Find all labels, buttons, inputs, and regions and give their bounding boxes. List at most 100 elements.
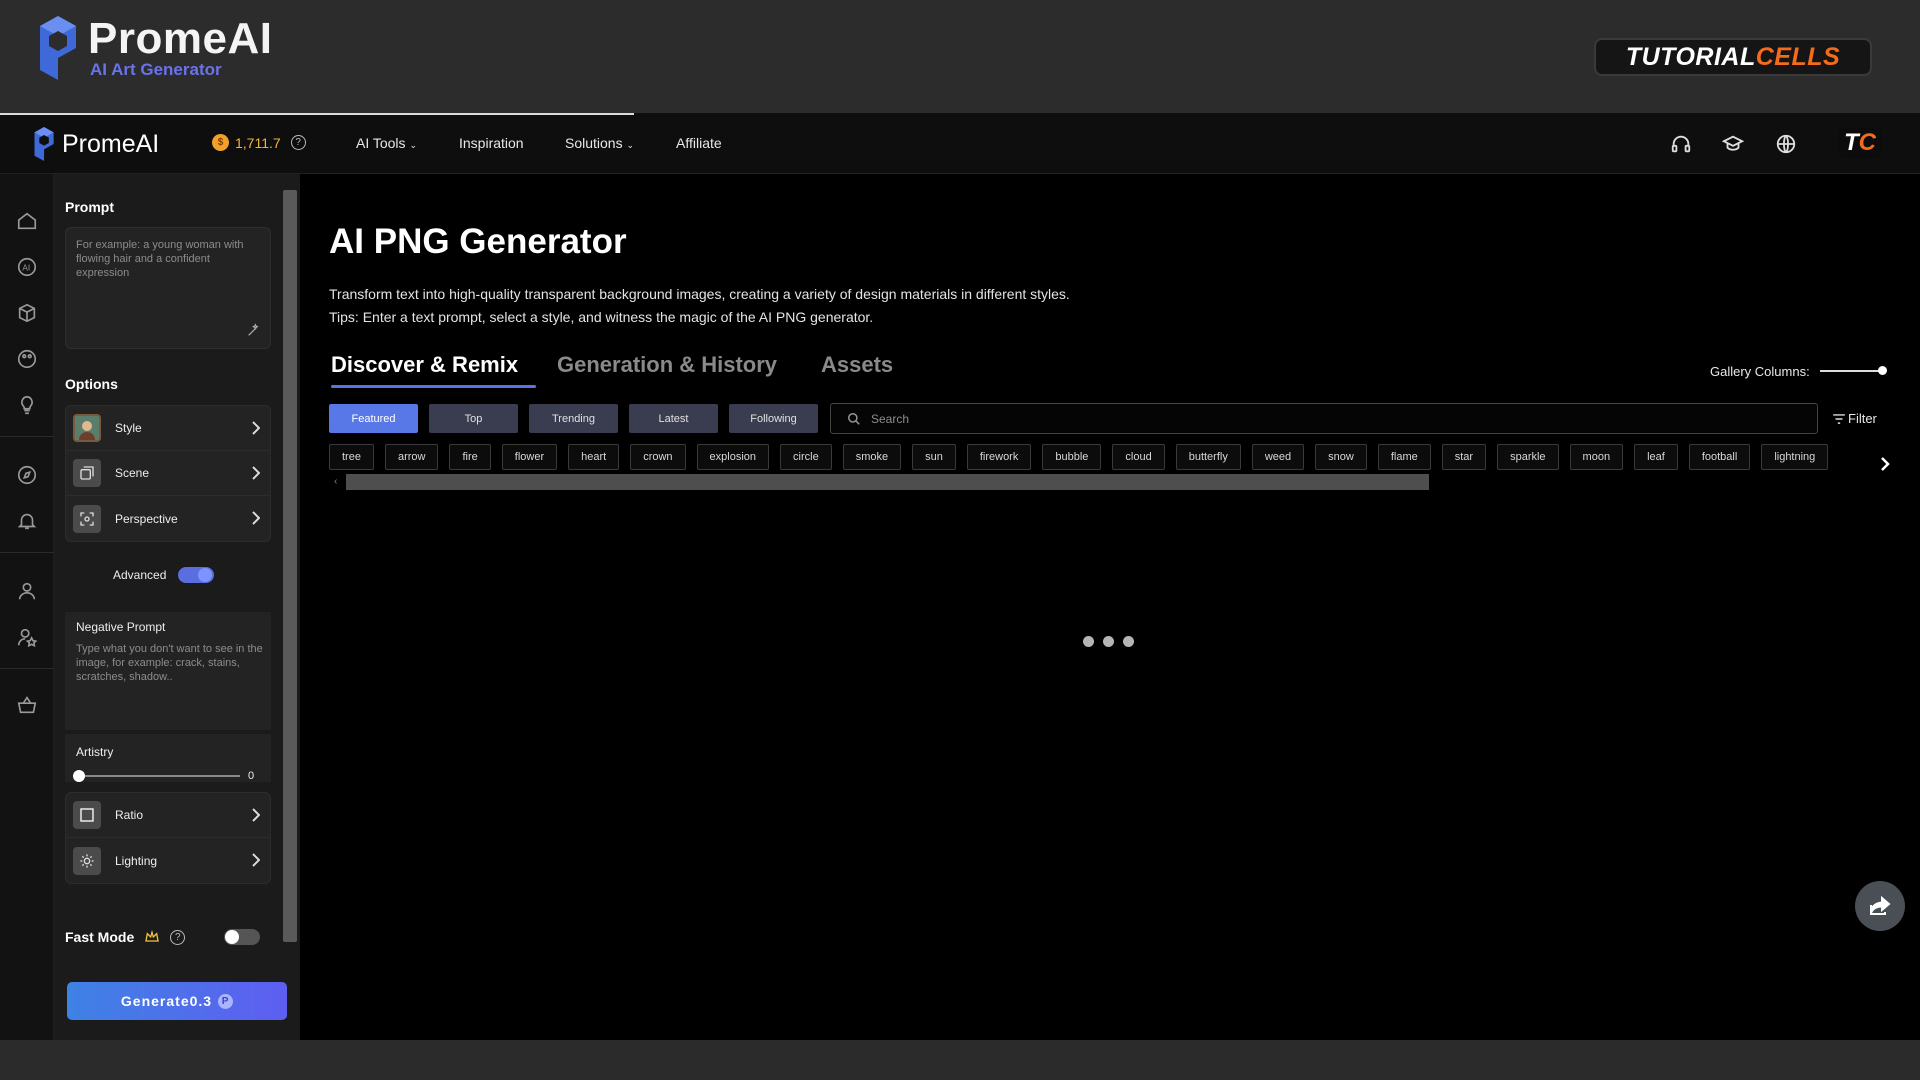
rail-divider (0, 436, 54, 437)
chip-featured[interactable]: Featured (329, 404, 418, 433)
home-icon[interactable] (16, 210, 38, 232)
tag-chip[interactable]: sun (912, 444, 956, 470)
tag-chip[interactable]: bubble (1042, 444, 1102, 470)
credit-badge-icon: P (218, 993, 234, 1009)
page-description: Transform text into high-quality transpa… (329, 283, 1070, 329)
tag-chip[interactable]: moon (1569, 444, 1624, 470)
tag-chip[interactable]: circle (780, 444, 832, 470)
basket-icon[interactable] (16, 694, 38, 716)
gallery-columns-slider[interactable] (1820, 370, 1882, 372)
chip-latest[interactable]: Latest (629, 404, 718, 433)
nav-logo[interactable]: PromeAI (30, 127, 159, 161)
credits-balance[interactable]: $ 1,711.7 ? (212, 134, 306, 151)
tag-chip[interactable]: cloud (1112, 444, 1165, 470)
loading-dot (1103, 636, 1114, 647)
cube-icon[interactable] (16, 302, 38, 324)
bell-icon[interactable] (16, 510, 38, 532)
filter-button[interactable]: Filter (1832, 411, 1877, 426)
gallery-columns-knob[interactable] (1878, 366, 1887, 375)
ai-icon[interactable]: AI (16, 256, 38, 278)
nav-ai-tools[interactable]: AI Tools ⌄ (356, 135, 417, 151)
tag-chip[interactable]: arrow (384, 444, 439, 470)
artistry-slider-thumb[interactable] (73, 770, 85, 782)
artistry-value: 0 (248, 770, 255, 782)
option-scene[interactable]: Scene (66, 451, 270, 496)
option-perspective[interactable]: Perspective (66, 496, 270, 541)
chevron-right-icon[interactable] (1880, 456, 1890, 472)
user-star-icon[interactable] (16, 626, 38, 648)
option-lighting[interactable]: Lighting (66, 838, 270, 883)
tab-discover-remix[interactable]: Discover & Remix (331, 352, 518, 378)
compass-icon[interactable] (16, 464, 38, 486)
option-ratio[interactable]: Ratio (66, 793, 270, 838)
user-avatar[interactable]: TC (1838, 128, 1882, 158)
tag-chip[interactable]: tree (329, 444, 374, 470)
tag-chip[interactable]: smoke (842, 444, 902, 470)
palette-icon[interactable] (16, 348, 38, 370)
tab-assets[interactable]: Assets (821, 352, 893, 378)
chip-trending[interactable]: Trending (529, 404, 618, 433)
help-icon[interactable]: ? (290, 135, 306, 150)
tag-chip[interactable]: lightning (1761, 444, 1829, 470)
panel-scrollbar-thumb[interactable] (283, 190, 297, 942)
tag-chip[interactable]: weed (1251, 444, 1305, 470)
tag-chip[interactable]: sparkle (1497, 444, 1559, 470)
prompt-title: Prompt (65, 199, 114, 215)
globe-icon[interactable] (1775, 133, 1797, 155)
prompt-input[interactable]: For example: a young woman with flowing … (65, 227, 271, 349)
generate-button[interactable]: Generate0.3 P (67, 982, 287, 1020)
fast-mode-row: Fast Mode ? (65, 929, 186, 945)
tag-chip[interactable]: fire (449, 444, 491, 470)
headset-icon[interactable] (1670, 133, 1692, 155)
toggle-knob (225, 930, 239, 944)
page-title: AI PNG Generator (329, 222, 627, 261)
description-line-2: Tips: Enter a text prompt, select a styl… (329, 309, 874, 325)
option-lighting-label: Lighting (115, 853, 158, 868)
nav-solutions[interactable]: Solutions ⌄ (565, 135, 634, 151)
tag-chip[interactable]: crown (630, 444, 686, 470)
nav-inspiration[interactable]: Inspiration (459, 135, 524, 151)
tab-generation-history[interactable]: Generation & History (557, 352, 777, 378)
layers-icon (80, 466, 94, 480)
tags-horizontal-scrollbar[interactable] (346, 474, 1429, 490)
top-navbar: PromeAI $ 1,711.7 ? AI Tools ⌄ Inspirati… (0, 113, 1920, 174)
tag-chip[interactable]: snow (1315, 444, 1367, 470)
rail-divider (0, 552, 54, 553)
search-input[interactable]: Search (830, 403, 1818, 434)
tag-chip[interactable]: leaf (1634, 444, 1678, 470)
style-thumbnail (73, 414, 101, 442)
credits-value: 1,711.7 (235, 134, 281, 151)
svg-text:AI: AI (22, 264, 30, 273)
chevron-right-icon (252, 466, 260, 480)
artistry-slider-track[interactable] (78, 775, 240, 777)
help-icon[interactable]: ? (170, 929, 186, 945)
share-button[interactable] (1855, 881, 1905, 931)
option-style[interactable]: Style (66, 406, 270, 451)
tag-chip[interactable]: flame (1377, 444, 1431, 470)
sun-icon (80, 853, 94, 868)
filter-label: Filter (1848, 411, 1877, 426)
loading-dot (1083, 636, 1094, 647)
share-icon (1870, 895, 1891, 915)
filter-icon (1833, 413, 1845, 424)
tag-chip[interactable]: star (1441, 444, 1487, 470)
tag-chip[interactable]: firework (966, 444, 1032, 470)
graduation-cap-icon[interactable] (1722, 133, 1744, 155)
chevron-right-icon (252, 808, 260, 822)
chip-top[interactable]: Top (429, 404, 518, 433)
tag-chip[interactable]: heart (568, 444, 620, 470)
advanced-toggle[interactable] (178, 567, 214, 583)
nav-affiliate[interactable]: Affiliate (676, 135, 722, 151)
scroll-left-arrow-icon[interactable]: ‹ (334, 476, 337, 487)
nav-ai-tools-label: AI Tools (356, 135, 406, 151)
lightbulb-icon[interactable] (16, 394, 38, 416)
tag-chip[interactable]: explosion (696, 444, 770, 470)
tag-chip[interactable]: butterfly (1175, 444, 1241, 470)
tag-chip[interactable]: flower (501, 444, 558, 470)
magic-wand-icon[interactable] (246, 322, 262, 338)
chip-following[interactable]: Following (729, 404, 818, 433)
tag-chip[interactable]: football (1688, 444, 1751, 470)
fast-mode-toggle[interactable] (224, 929, 260, 945)
user-icon[interactable] (16, 580, 38, 602)
prompt-placeholder: For example: a young woman with flowing … (76, 239, 244, 279)
